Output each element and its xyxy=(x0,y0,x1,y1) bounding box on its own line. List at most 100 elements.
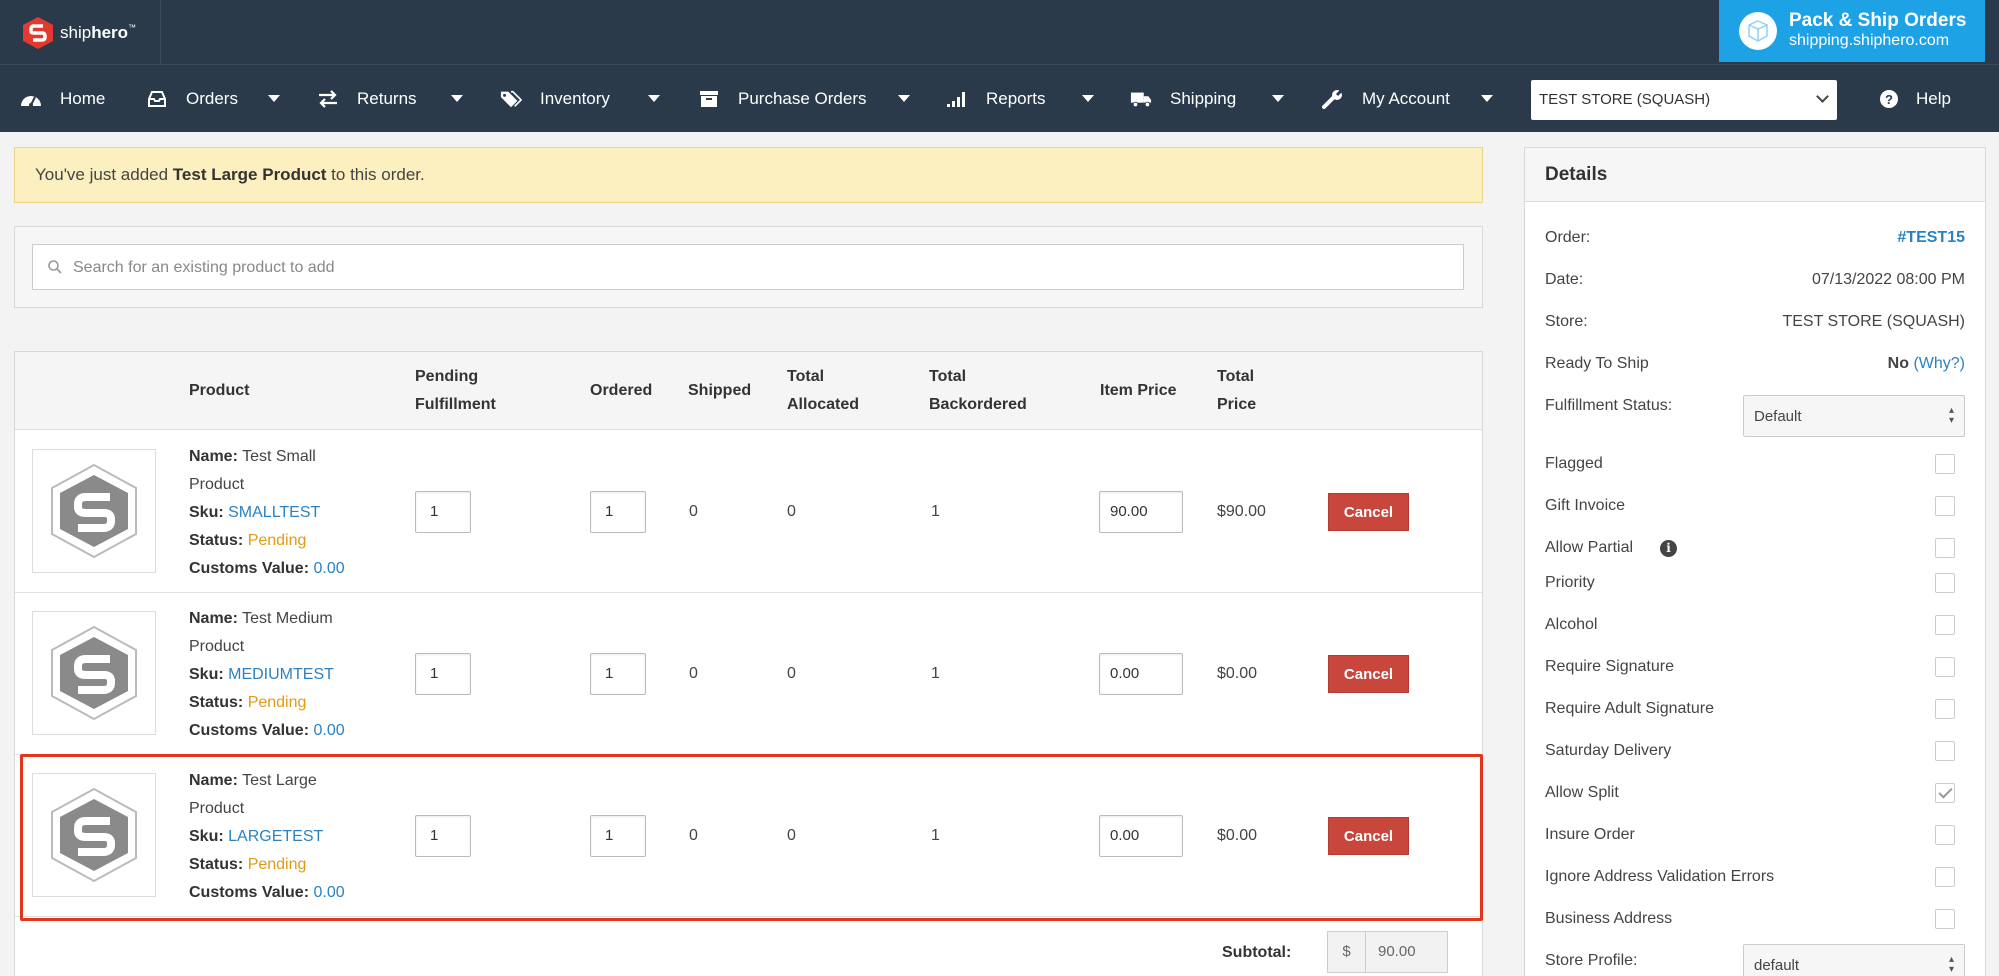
product-info: Name: Test Small Product Sku: SMALLTEST … xyxy=(189,448,345,577)
gift-invoice-checkbox[interactable] xyxy=(1935,496,1955,516)
flag-alcohol: Alcohol xyxy=(1545,611,1965,641)
order-number-link[interactable]: #TEST15 xyxy=(1897,229,1965,247)
pending-fulfillment-input[interactable]: 1 xyxy=(415,815,471,857)
nav-returns[interactable]: Returns xyxy=(317,65,463,133)
currency-symbol: $ xyxy=(1328,932,1366,972)
info-icon[interactable]: i xyxy=(1660,540,1677,557)
item-price-input[interactable]: 90.00 xyxy=(1099,491,1183,533)
table-header: Product Pending Fulfillment Ordered Shipp… xyxy=(15,352,1482,430)
business-address-checkbox[interactable] xyxy=(1935,909,1955,929)
allow-partial-checkbox[interactable] xyxy=(1935,538,1955,558)
product-status: Pending xyxy=(247,532,307,549)
chevron-down-icon xyxy=(1082,95,1094,102)
nav-reports[interactable]: Reports xyxy=(946,65,1094,133)
total-price-value: $90.00 xyxy=(1217,503,1266,520)
item-price-input[interactable]: 0.00 xyxy=(1099,815,1183,857)
nav-my-account[interactable]: My Account xyxy=(1322,65,1493,133)
flag-saturday-delivery: Saturday Delivery xyxy=(1545,737,1965,767)
shiphero-logo[interactable]: shiphero™ xyxy=(22,16,136,50)
require-adult-signature-checkbox[interactable] xyxy=(1935,699,1955,719)
product-sku-link[interactable]: SMALLTEST xyxy=(228,504,320,521)
table-row: Name: Test Small Product Sku: SMALLTEST … xyxy=(15,431,1482,593)
product-status: Pending xyxy=(247,694,307,711)
cancel-item-button[interactable]: Cancel xyxy=(1328,817,1409,855)
search-icon xyxy=(47,259,63,280)
nav-shipping[interactable]: Shipping xyxy=(1130,65,1284,133)
bar-signal-icon xyxy=(946,88,968,110)
nav-help-label: Help xyxy=(1916,89,1951,108)
fulfillment-status-select[interactable]: Default ▴ ▾ xyxy=(1743,395,1965,437)
up-down-arrows-icon: ▴ ▾ xyxy=(1948,954,1954,975)
alcohol-checkbox[interactable] xyxy=(1935,615,1955,635)
nav-home-label: Home xyxy=(60,89,106,108)
ordered-quantity-input[interactable]: 1 xyxy=(590,815,646,857)
insure-order-checkbox[interactable] xyxy=(1935,825,1955,845)
ignore-address-validation-checkbox[interactable] xyxy=(1935,867,1955,887)
ordered-quantity-input[interactable]: 1 xyxy=(590,653,646,695)
flag-insure-order: Insure Order xyxy=(1545,821,1965,851)
why-link[interactable]: (Why?) xyxy=(1913,355,1965,372)
cancel-item-button[interactable]: Cancel xyxy=(1328,655,1409,693)
require-signature-checkbox[interactable] xyxy=(1935,657,1955,677)
details-title: Details xyxy=(1525,148,1985,202)
nav-inventory[interactable]: Inventory xyxy=(500,65,660,133)
customs-value-link[interactable]: 0.00 xyxy=(313,884,344,901)
product-name: Test Small xyxy=(242,448,316,465)
chevron-down-icon xyxy=(268,95,280,102)
customs-value-link[interactable]: 0.00 xyxy=(313,722,344,739)
total-price-value: $0.00 xyxy=(1217,665,1258,682)
nav-shipping-label: Shipping xyxy=(1170,89,1237,108)
backordered-value: 1 xyxy=(931,665,940,682)
pending-fulfillment-input[interactable]: 1 xyxy=(415,653,471,695)
alert-product: Test Large Product xyxy=(172,165,327,184)
ordered-quantity-input[interactable]: 1 xyxy=(590,491,646,533)
cancel-item-button[interactable]: Cancel xyxy=(1328,493,1409,531)
shipped-value: 0 xyxy=(689,665,698,682)
pending-fulfillment-input[interactable]: 1 xyxy=(415,491,471,533)
store-select[interactable]: TEST STORE (SQUASH) xyxy=(1531,80,1837,120)
subtotal-field: $ 90.00 xyxy=(1327,931,1448,973)
nav-orders[interactable]: Orders xyxy=(146,65,280,133)
saturday-delivery-checkbox[interactable] xyxy=(1935,741,1955,761)
nav-purchase-orders[interactable]: Purchase Orders xyxy=(698,65,910,133)
flag-flagged: Flagged xyxy=(1545,450,1965,480)
allocated-value: 0 xyxy=(787,827,796,844)
product-sku-link[interactable]: LARGETEST xyxy=(228,828,323,845)
product-thumbnail[interactable] xyxy=(32,449,156,573)
product-sku-link[interactable]: MEDIUMTEST xyxy=(228,666,334,683)
shipped-value: 0 xyxy=(689,827,698,844)
nav-help[interactable]: ? Help xyxy=(1878,65,1951,133)
shiphero-s-hexagon-icon xyxy=(51,463,137,559)
nav-home[interactable]: Home xyxy=(20,65,105,133)
nav-orders-label: Orders xyxy=(186,89,238,108)
inbox-icon xyxy=(146,88,168,110)
nav-my-account-label: My Account xyxy=(1362,89,1450,108)
chevron-down-icon xyxy=(1481,95,1493,102)
flagged-checkbox[interactable] xyxy=(1935,454,1955,474)
product-thumbnail[interactable] xyxy=(32,611,156,735)
store-profile-select[interactable]: default ▴ ▾ xyxy=(1743,944,1965,976)
product-thumbnail[interactable] xyxy=(32,773,156,897)
product-status: Pending xyxy=(247,856,307,873)
shipped-value: 0 xyxy=(689,503,698,520)
detail-fulfillment-status: Fulfillment Status: Default ▴ ▾ xyxy=(1545,392,1965,437)
customs-value-link[interactable]: 0.00 xyxy=(313,560,344,577)
brand-name-part2: hero xyxy=(91,23,129,42)
order-store: TEST STORE (SQUASH) xyxy=(1782,313,1965,330)
nav-inventory-label: Inventory xyxy=(540,89,610,108)
flag-require-signature: Require Signature xyxy=(1545,653,1965,683)
order-items-table: Product Pending Fulfillment Ordered Shipp… xyxy=(14,351,1483,976)
product-search-input[interactable]: Search for an existing product to add xyxy=(32,244,1464,290)
allow-split-checkbox[interactable] xyxy=(1935,783,1955,803)
alert-prefix: You've just added xyxy=(35,165,173,184)
table-row: Name: Test Medium Product Sku: MEDIUMTES… xyxy=(15,593,1482,755)
flag-allow-partial: Allow Partial i xyxy=(1545,534,1965,564)
allocated-value: 0 xyxy=(787,503,796,520)
item-price-input[interactable]: 0.00 xyxy=(1099,653,1183,695)
product-name: Test Large xyxy=(242,772,317,789)
pack-and-ship-promo[interactable]: Pack & Ship Orders shipping.shiphero.com xyxy=(1719,0,1985,62)
tags-icon xyxy=(500,88,522,110)
svg-text:?: ? xyxy=(1885,92,1893,107)
shiphero-s-hexagon-icon xyxy=(51,625,137,721)
priority-checkbox[interactable] xyxy=(1935,573,1955,593)
